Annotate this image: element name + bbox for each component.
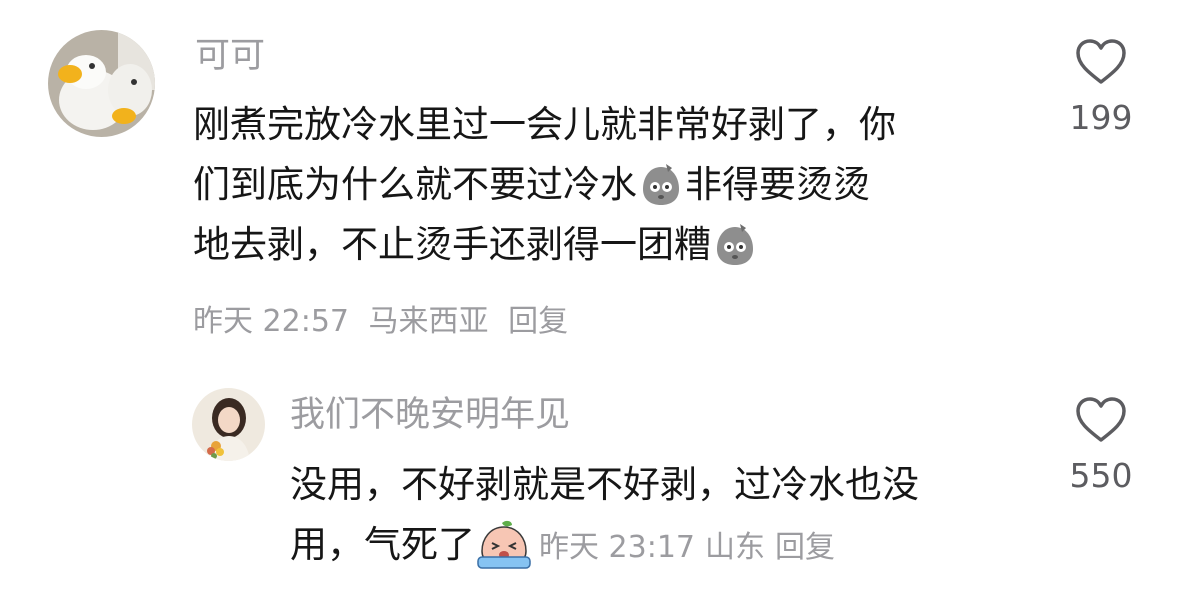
duck-plush-avatar-image — [48, 30, 155, 137]
crying-peach-emoji — [477, 520, 531, 569]
thinking-potato-emoji — [717, 224, 753, 265]
avatar[interactable] — [48, 30, 155, 137]
like-count: 550 — [1069, 456, 1133, 495]
comment-text-segment: 们到底为什么就不要过冷水 — [193, 163, 637, 206]
reply-location: 山东 — [705, 530, 765, 565]
comment-line: 地去剥，不止烫手还剥得一团糟 — [193, 215, 896, 275]
comment-text-segment: 非得要烫烫 — [685, 163, 870, 206]
reply-line: 用，气死了 昨天 23:17 山东 回复 — [290, 515, 919, 575]
like-button[interactable]: 199 — [1056, 38, 1146, 136]
comment-line: 们到底为什么就不要过冷水 非得要烫烫 — [193, 155, 896, 215]
comment-text: 刚煮完放冷水里过一会儿就非常好剥了，你 们到底为什么就不要过冷水 非得要烫烫 地去… — [193, 95, 896, 275]
reply-time: 昨天 23:17 — [539, 530, 695, 565]
reply-meta: 昨天 23:17 山东 回复 — [539, 530, 845, 565]
reply-button[interactable]: 回复 — [775, 530, 835, 565]
like-button[interactable]: 550 — [1056, 396, 1146, 494]
comment-time: 昨天 22:57 — [193, 304, 349, 339]
comment-location: 马来西亚 — [368, 304, 489, 339]
like-count: 199 — [1069, 98, 1133, 137]
reply-text-segment: 用，气死了 — [290, 523, 475, 566]
username[interactable]: 我们不晚安明年见 — [290, 395, 570, 435]
comment-line: 刚煮完放冷水里过一会儿就非常好剥了，你 — [193, 103, 896, 146]
thinking-potato-emoji — [643, 164, 679, 205]
reply-text: 没用，不好剥就是不好剥，过冷水也没 用，气死了 昨天 23:17 山东 回复 — [290, 455, 919, 575]
comment-meta: 昨天 22:57 马来西亚 回复 — [193, 302, 578, 342]
reply-line: 没用，不好剥就是不好剥，过冷水也没 — [290, 463, 919, 506]
username[interactable]: 可可 — [195, 36, 265, 76]
heart-outline-icon — [1076, 397, 1126, 442]
woman-portrait-avatar-image — [192, 388, 265, 461]
reply-button[interactable]: 回复 — [508, 304, 568, 339]
comment-text-segment: 地去剥，不止烫手还剥得一团糟 — [193, 223, 711, 266]
avatar[interactable] — [192, 388, 265, 461]
heart-outline-icon — [1076, 39, 1126, 84]
